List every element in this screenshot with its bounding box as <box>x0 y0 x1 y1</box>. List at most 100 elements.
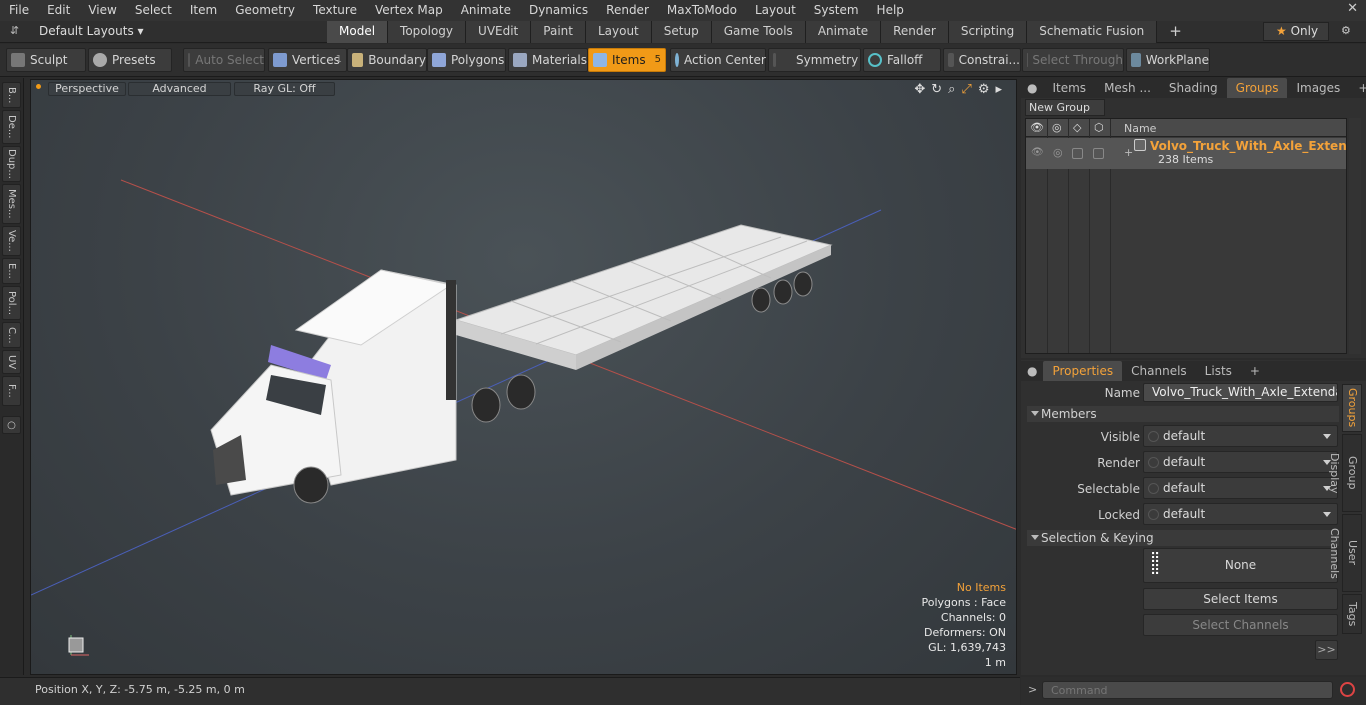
raygl-button[interactable]: Ray GL: Off <box>234 82 335 96</box>
group-name-input[interactable]: Volvo_Truck_With_Axle_Extendable_T <box>1143 383 1338 402</box>
tab-setup[interactable]: Setup <box>651 21 712 43</box>
left-tab-uv[interactable]: UV <box>2 350 21 374</box>
visibility-eye-icon[interactable]: 👁 <box>1030 121 1044 134</box>
props-menu-dot[interactable]: ● <box>1021 361 1043 381</box>
left-tab-edge[interactable]: E... <box>2 258 21 284</box>
menu-file[interactable]: File <box>0 0 38 21</box>
render-icon[interactable]: ◎ <box>1052 121 1062 134</box>
selection-keying-section[interactable]: Selection & Keying <box>1027 530 1339 546</box>
visible-dropdown[interactable]: default <box>1143 425 1338 447</box>
left-tab-more-icon[interactable]: ○ <box>2 416 21 434</box>
perspective-button[interactable]: Perspective <box>48 82 126 96</box>
record-icon[interactable] <box>1340 682 1355 697</box>
select-lock-icon[interactable]: ◇ <box>1073 121 1081 134</box>
settings-icon[interactable]: ⚙ <box>978 82 990 97</box>
tab-lists[interactable]: Lists <box>1196 361 1241 381</box>
close-icon[interactable]: ✕ <box>1347 1 1358 16</box>
menu-layout[interactable]: Layout <box>746 0 805 21</box>
members-section[interactable]: Members <box>1027 406 1339 422</box>
more-button[interactable]: >> <box>1315 640 1338 660</box>
vertices-button[interactable]: Vertices 1 <box>268 48 347 72</box>
symmetry-button[interactable]: Symmetry <box>768 48 861 72</box>
left-tab-deform[interactable]: De... <box>2 110 21 144</box>
only-toggle[interactable]: ★ Only <box>1263 22 1329 41</box>
group-row[interactable]: 👁 ◎ + Volvo_Truck_With_Axle_Extend... 23… <box>1026 138 1346 169</box>
materials-button[interactable]: Materials <box>508 48 588 72</box>
tab-topology[interactable]: Topology <box>388 21 467 43</box>
polygons-button[interactable]: Polygons <box>427 48 506 72</box>
left-tab-basic[interactable]: B... <box>2 82 21 108</box>
add-tab-button[interactable]: + <box>1157 21 1194 43</box>
pan-icon[interactable]: ✥ <box>914 82 925 97</box>
tab-shading[interactable]: Shading <box>1160 78 1227 98</box>
menu-vertex-map[interactable]: Vertex Map <box>366 0 452 21</box>
row-render-icon[interactable]: ◎ <box>1053 146 1063 159</box>
tab-layout[interactable]: Layout <box>585 21 652 43</box>
left-tab-mesh-edit[interactable]: Mes... <box>2 184 21 224</box>
tab-game-tools[interactable]: Game Tools <box>711 21 806 43</box>
row-eye-icon[interactable]: 👁 <box>1031 147 1044 158</box>
locked-dropdown[interactable]: default <box>1143 503 1338 525</box>
side-tab-user-channels[interactable]: User Channels <box>1328 514 1362 592</box>
auto-select-button[interactable]: Auto Select <box>183 48 265 72</box>
menu-select[interactable]: Select <box>126 0 181 21</box>
gear-icon[interactable]: ⚙ <box>1341 24 1351 37</box>
left-tab-fusion[interactable]: F... <box>2 376 21 406</box>
row-lock-checkbox[interactable] <box>1093 148 1104 159</box>
add-props-tab-icon[interactable]: + <box>1241 361 1269 381</box>
tab-paint[interactable]: Paint <box>531 21 586 43</box>
layout-dropdown[interactable]: Default Layouts ▾ <box>39 24 144 38</box>
groups-list-scrollbar[interactable] <box>1349 118 1361 354</box>
row-select-checkbox[interactable] <box>1072 148 1083 159</box>
constraints-button[interactable]: Constrai... <box>943 48 1021 72</box>
new-group-button[interactable]: New Group <box>1025 99 1105 116</box>
menu-render[interactable]: Render <box>597 0 658 21</box>
selectable-dropdown[interactable]: default <box>1143 477 1338 499</box>
select-through-button[interactable]: Select Through <box>1022 48 1124 72</box>
tab-properties[interactable]: Properties <box>1043 361 1123 381</box>
presets-button[interactable]: Presets <box>88 48 172 72</box>
sculpt-button[interactable]: Sculpt <box>6 48 86 72</box>
keying-none-button[interactable]: ⠿ ⠿ None <box>1143 548 1338 583</box>
viewport-menu-dot[interactable] <box>36 84 41 89</box>
tab-mesh[interactable]: Mesh ... <box>1095 78 1160 98</box>
tab-groups[interactable]: Groups <box>1226 78 1288 98</box>
left-tab-vertex[interactable]: Ve... <box>2 226 21 256</box>
maximize-icon[interactable]: ⤢ <box>961 82 971 97</box>
menu-dynamics[interactable]: Dynamics <box>520 0 597 21</box>
side-tab-groups[interactable]: Groups <box>1342 384 1362 432</box>
render-dropdown[interactable]: default <box>1143 451 1338 473</box>
3d-viewport[interactable]: Perspective Advanced Ray GL: Off ✥ ↻ ⌕ ⤢… <box>30 79 1017 675</box>
menu-item[interactable]: Item <box>181 0 226 21</box>
advanced-button[interactable]: Advanced <box>128 82 231 96</box>
tab-render[interactable]: Render <box>881 21 949 43</box>
panel-menu-dot[interactable]: ● <box>1021 78 1043 98</box>
tab-channels[interactable]: Channels <box>1122 361 1196 381</box>
items-button[interactable]: Items 5 <box>588 48 666 72</box>
action-center-button[interactable]: Action Center <box>670 48 766 72</box>
menu-view[interactable]: View <box>79 0 125 21</box>
menu-texture[interactable]: Texture <box>304 0 366 21</box>
tab-scripting[interactable]: Scripting <box>948 21 1028 43</box>
boundary-button[interactable]: Boundary <box>347 48 427 72</box>
side-tab-tags[interactable]: Tags <box>1342 594 1362 634</box>
name-column-header[interactable]: Name <box>1124 122 1156 135</box>
tab-animate[interactable]: Animate <box>805 21 882 43</box>
left-tab-duplicate[interactable]: Dup... <box>2 146 21 182</box>
command-input[interactable] <box>1042 681 1333 699</box>
tab-uvedit[interactable]: UVEdit <box>466 21 532 43</box>
expand-arrow-icon[interactable]: ▸ <box>995 82 1002 97</box>
menu-geometry[interactable]: Geometry <box>226 0 304 21</box>
rotate-icon[interactable]: ↻ <box>931 82 942 97</box>
menu-help[interactable]: Help <box>868 0 913 21</box>
menu-animate[interactable]: Animate <box>452 0 520 21</box>
zoom-icon[interactable]: ⌕ <box>948 82 955 97</box>
tab-items[interactable]: Items <box>1043 78 1095 98</box>
tab-model[interactable]: Model <box>327 21 389 43</box>
layout-arrows-icon[interactable]: ⇵ <box>10 24 19 37</box>
tab-images[interactable]: Images <box>1287 78 1349 98</box>
workplane-button[interactable]: WorkPlane <box>1126 48 1210 72</box>
add-panel-tab-icon[interactable]: + <box>1349 78 1366 98</box>
menu-system[interactable]: System <box>805 0 868 21</box>
select-channels-button[interactable]: Select Channels <box>1143 614 1338 636</box>
